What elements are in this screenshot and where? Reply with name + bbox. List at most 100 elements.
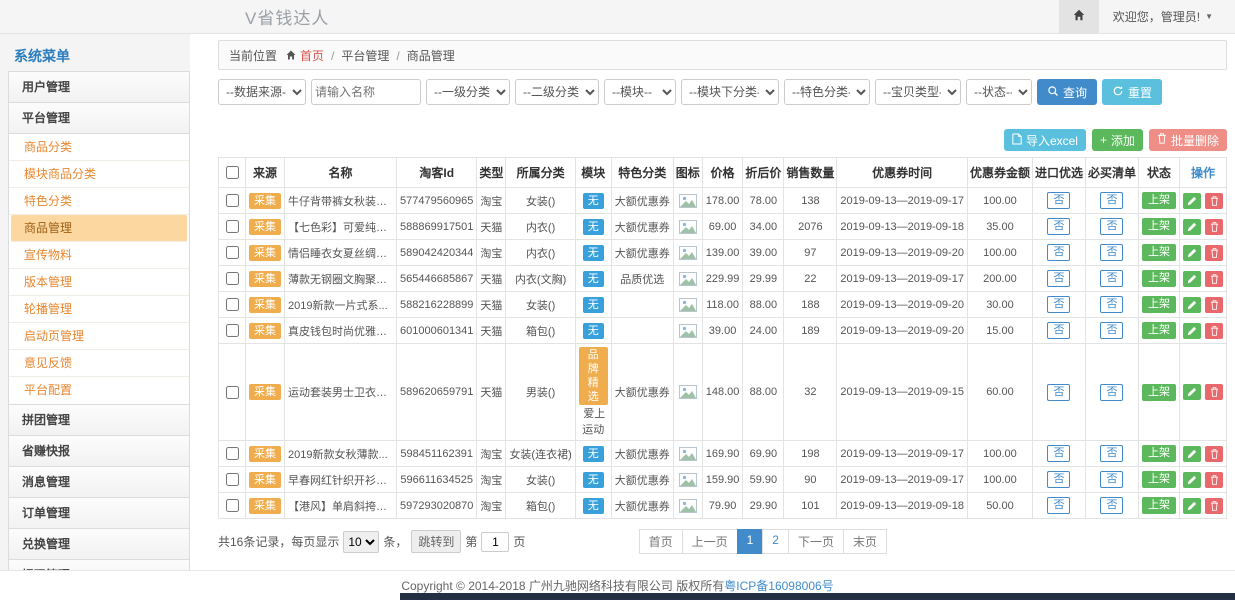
must-buy-toggle[interactable]: 否: [1100, 322, 1123, 339]
status-button[interactable]: 上架: [1142, 218, 1176, 235]
row-checkbox[interactable]: [226, 272, 239, 285]
edit-button[interactable]: [1183, 193, 1201, 209]
status-button[interactable]: 上架: [1142, 244, 1176, 261]
delete-button[interactable]: [1205, 219, 1223, 235]
row-checkbox[interactable]: [226, 324, 239, 337]
filter-select-1[interactable]: --一级分类--: [426, 79, 510, 105]
sidebar-subitem-5[interactable]: 版本管理: [9, 269, 189, 296]
must-buy-toggle[interactable]: 否: [1100, 270, 1123, 287]
filter-select-2[interactable]: --二级分类--: [515, 79, 599, 105]
row-checkbox[interactable]: [226, 246, 239, 259]
status-button[interactable]: 上架: [1142, 384, 1176, 401]
import-select-toggle[interactable]: 否: [1047, 218, 1070, 235]
pager-button-5[interactable]: 末页: [843, 529, 887, 554]
delete-button[interactable]: [1205, 498, 1223, 514]
status-button[interactable]: 上架: [1142, 445, 1176, 462]
select-all-checkbox[interactable]: [226, 166, 239, 179]
filter-select-7[interactable]: --状态--: [966, 79, 1032, 105]
filter-select-6[interactable]: --宝贝类型--: [875, 79, 961, 105]
sidebar-subitem-6[interactable]: 轮播管理: [9, 296, 189, 323]
user-menu[interactable]: 欢迎您，管理员! ▼: [1099, 8, 1235, 25]
sidebar-subitem-1[interactable]: 模块商品分类: [9, 161, 189, 188]
edit-button[interactable]: [1183, 271, 1201, 287]
page-jump-input[interactable]: [481, 532, 509, 552]
status-button[interactable]: 上架: [1142, 497, 1176, 514]
jump-button[interactable]: 跳转到: [411, 530, 461, 553]
sidebar-subitem-7[interactable]: 启动页管理: [9, 323, 189, 350]
delete-button[interactable]: [1205, 297, 1223, 313]
edit-button[interactable]: [1183, 219, 1201, 235]
sidebar-item-1[interactable]: 平台管理: [8, 102, 190, 134]
must-buy-toggle[interactable]: 否: [1100, 192, 1123, 209]
status-button[interactable]: 上架: [1142, 270, 1176, 287]
must-buy-toggle[interactable]: 否: [1100, 384, 1123, 401]
pager-button-2[interactable]: 1: [737, 529, 764, 554]
import-select-toggle[interactable]: 否: [1047, 192, 1070, 209]
edit-button[interactable]: [1183, 446, 1201, 462]
import-select-toggle[interactable]: 否: [1047, 471, 1070, 488]
batch-delete-button[interactable]: 批量删除: [1149, 129, 1227, 151]
sidebar-item-4[interactable]: 消息管理: [8, 466, 190, 498]
edit-button[interactable]: [1183, 472, 1201, 488]
sidebar-item-5[interactable]: 订单管理: [8, 497, 190, 529]
filter-select-0[interactable]: --数据来源--: [218, 79, 306, 105]
row-checkbox[interactable]: [226, 220, 239, 233]
row-checkbox[interactable]: [226, 447, 239, 460]
must-buy-toggle[interactable]: 否: [1100, 445, 1123, 462]
row-checkbox[interactable]: [226, 473, 239, 486]
sidebar-subitem-2[interactable]: 特色分类: [9, 188, 189, 215]
breadcrumb-item-0[interactable]: 平台管理: [341, 49, 389, 63]
must-buy-toggle[interactable]: 否: [1100, 218, 1123, 235]
row-checkbox[interactable]: [226, 298, 239, 311]
import-select-toggle[interactable]: 否: [1047, 296, 1070, 313]
icp-link[interactable]: 粤ICP备16098006号: [724, 577, 833, 594]
edit-button[interactable]: [1183, 297, 1201, 313]
filter-select-4[interactable]: --模块下分类--: [681, 79, 779, 105]
sidebar-item-2[interactable]: 拼团管理: [8, 404, 190, 436]
status-button[interactable]: 上架: [1142, 192, 1176, 209]
import-select-toggle[interactable]: 否: [1047, 270, 1070, 287]
sidebar-item-7[interactable]: 提现管理: [8, 559, 190, 570]
sidebar-subitem-3[interactable]: 商品管理: [11, 215, 187, 242]
edit-button[interactable]: [1183, 384, 1201, 400]
pager-button-4[interactable]: 下一页: [788, 529, 844, 554]
edit-button[interactable]: [1183, 323, 1201, 339]
edit-button[interactable]: [1183, 498, 1201, 514]
must-buy-toggle[interactable]: 否: [1100, 471, 1123, 488]
breadcrumb-item-1[interactable]: 商品管理: [407, 49, 455, 63]
must-buy-toggle[interactable]: 否: [1100, 296, 1123, 313]
sidebar-item-6[interactable]: 兑换管理: [8, 528, 190, 560]
breadcrumb-home-link[interactable]: 首页: [300, 47, 324, 64]
row-checkbox[interactable]: [226, 386, 239, 399]
sidebar-subitem-8[interactable]: 意见反馈: [9, 350, 189, 377]
pager-button-0[interactable]: 首页: [639, 529, 683, 554]
home-button[interactable]: [1059, 0, 1099, 34]
delete-button[interactable]: [1205, 271, 1223, 287]
pager-button-1[interactable]: 上一页: [682, 529, 738, 554]
reset-button[interactable]: 重置: [1102, 79, 1162, 105]
row-checkbox[interactable]: [226, 194, 239, 207]
status-button[interactable]: 上架: [1142, 322, 1176, 339]
status-button[interactable]: 上架: [1142, 296, 1176, 313]
import-excel-button[interactable]: 导入excel: [1004, 129, 1086, 151]
status-button[interactable]: 上架: [1142, 471, 1176, 488]
sidebar-item-3[interactable]: 省赚快报: [8, 435, 190, 467]
delete-button[interactable]: [1205, 446, 1223, 462]
row-checkbox[interactable]: [226, 499, 239, 512]
import-select-toggle[interactable]: 否: [1047, 322, 1070, 339]
name-search-input[interactable]: [311, 79, 421, 105]
sidebar-subitem-9[interactable]: 平台配置: [9, 377, 189, 404]
must-buy-toggle[interactable]: 否: [1100, 497, 1123, 514]
must-buy-toggle[interactable]: 否: [1100, 244, 1123, 261]
filter-select-5[interactable]: --特色分类--: [784, 79, 870, 105]
import-select-toggle[interactable]: 否: [1047, 445, 1070, 462]
sidebar-subitem-0[interactable]: 商品分类: [9, 134, 189, 161]
pager-button-3[interactable]: 2: [762, 529, 789, 554]
page-size-select[interactable]: 10: [343, 531, 379, 553]
delete-button[interactable]: [1205, 323, 1223, 339]
import-select-toggle[interactable]: 否: [1047, 384, 1070, 401]
search-button[interactable]: 查询: [1037, 79, 1097, 105]
add-button[interactable]: + 添加: [1092, 129, 1143, 151]
import-select-toggle[interactable]: 否: [1047, 244, 1070, 261]
sidebar-subitem-4[interactable]: 宣传物料: [9, 242, 189, 269]
